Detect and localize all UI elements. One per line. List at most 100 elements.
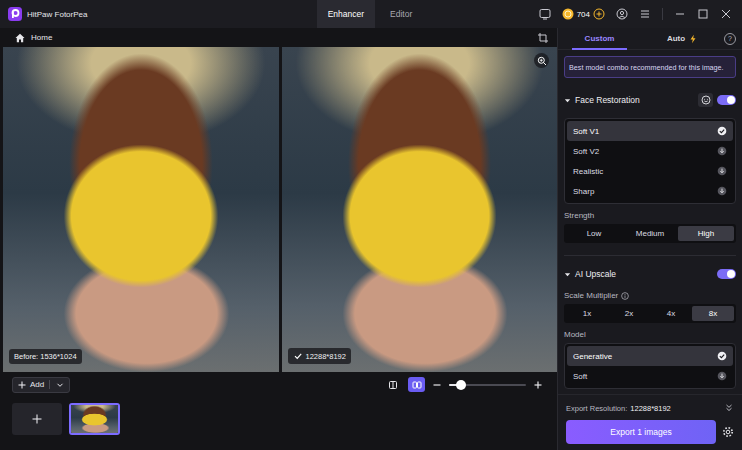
gear-icon[interactable] bbox=[722, 426, 734, 438]
chevron-down-icon[interactable] bbox=[55, 380, 65, 390]
section-header[interactable]: Face Restoration bbox=[564, 90, 736, 110]
export-button[interactable]: Export 1 images bbox=[566, 420, 716, 444]
plus-icon bbox=[31, 413, 43, 425]
face-select-button[interactable] bbox=[698, 93, 713, 107]
maximize-icon[interactable] bbox=[697, 8, 709, 20]
mode-tabs: EnhancerEditor bbox=[317, 0, 424, 28]
add-coins-icon[interactable] bbox=[593, 8, 605, 20]
segment-option[interactable]: 1x bbox=[566, 306, 608, 321]
brand: HitPaw FotorPea bbox=[8, 7, 317, 21]
model-option[interactable]: Soft V2 bbox=[567, 141, 733, 161]
model-name: Generative bbox=[573, 352, 612, 361]
face-icon bbox=[701, 95, 711, 105]
segment-option[interactable]: High bbox=[678, 226, 734, 241]
app-logo-icon bbox=[8, 7, 22, 21]
main-area: Home Before: 1536*1024 12288*8192 Add Cu… bbox=[0, 28, 742, 450]
panel-tab-label: Auto bbox=[667, 34, 685, 43]
download-icon[interactable] bbox=[717, 166, 727, 176]
section-toggle[interactable] bbox=[717, 95, 736, 105]
model-option[interactable]: Soft bbox=[567, 366, 733, 386]
preview-toolbar: Add bbox=[0, 372, 557, 397]
segment-option[interactable]: Low bbox=[566, 226, 622, 241]
model-option[interactable]: Sharp bbox=[567, 181, 733, 201]
settings-panel: Custom Auto ? Best model combo recommend… bbox=[557, 28, 742, 450]
thumbnail-photo bbox=[71, 405, 118, 433]
panel-tab[interactable]: Auto bbox=[641, 28, 724, 49]
panel-tab[interactable]: Custom bbox=[558, 28, 641, 49]
help-button[interactable]: ? bbox=[724, 33, 736, 45]
crop-icon[interactable] bbox=[537, 32, 549, 44]
app-window: HitPaw FotorPea EnhancerEditor 704 Home … bbox=[0, 0, 742, 450]
check-icon bbox=[293, 351, 303, 361]
thumbnail-strip bbox=[0, 397, 557, 450]
export-actions: Export 1 images bbox=[566, 420, 734, 444]
coin-balance[interactable]: 704 bbox=[562, 8, 605, 20]
separator bbox=[662, 8, 663, 20]
compare-mode-button[interactable] bbox=[408, 377, 425, 392]
model-name: Soft bbox=[573, 372, 587, 381]
mode-tab[interactable]: Editor bbox=[379, 0, 423, 28]
model-name: Soft V2 bbox=[573, 147, 599, 156]
after-photo bbox=[282, 47, 558, 372]
workspace-header: Home bbox=[0, 28, 557, 47]
screen-icon[interactable] bbox=[539, 8, 551, 20]
user-icon[interactable] bbox=[616, 8, 628, 20]
info-icon[interactable] bbox=[621, 292, 629, 300]
panel-tabs: Custom Auto ? bbox=[558, 28, 742, 50]
model-name: Sharp bbox=[573, 187, 594, 196]
zoom-button[interactable] bbox=[534, 53, 549, 68]
coin-icon bbox=[562, 8, 574, 20]
zoom-out-icon[interactable] bbox=[432, 380, 442, 390]
model-option[interactable]: Generative bbox=[567, 346, 733, 366]
divider bbox=[564, 255, 736, 256]
separator bbox=[49, 380, 50, 389]
model-option[interactable]: Soft V1 bbox=[567, 121, 733, 141]
plus-icon bbox=[17, 380, 27, 390]
mode-tab[interactable]: Enhancer bbox=[317, 0, 375, 28]
section-toggle[interactable] bbox=[717, 269, 736, 279]
menu-icon[interactable] bbox=[639, 8, 651, 20]
control-label: Strength bbox=[564, 210, 736, 221]
caret-icon bbox=[564, 271, 571, 278]
close-icon[interactable] bbox=[720, 8, 732, 20]
model-name: Realistic bbox=[573, 167, 603, 176]
control-label-text: Strength bbox=[564, 211, 594, 220]
add-image-tile[interactable] bbox=[12, 403, 62, 435]
add-button[interactable]: Add bbox=[12, 377, 70, 393]
section-title: Face Restoration bbox=[575, 95, 640, 105]
segment-option[interactable]: 2x bbox=[608, 306, 650, 321]
recommendation-banner: Best model combo recommended for this im… bbox=[564, 56, 736, 78]
zoom-slider[interactable] bbox=[449, 384, 526, 386]
thumbnail[interactable] bbox=[69, 403, 120, 435]
view-controls bbox=[384, 377, 543, 392]
toggle-knob bbox=[727, 270, 735, 278]
before-pane: Before: 1536*1024 bbox=[3, 47, 279, 372]
export-resolution: Export Resolution: 12288*8192 bbox=[566, 401, 734, 415]
zoom-in-icon[interactable] bbox=[533, 380, 543, 390]
minimize-icon[interactable] bbox=[674, 8, 686, 20]
compare-mode-button[interactable] bbox=[384, 377, 401, 392]
model-option[interactable]: Realistic bbox=[567, 161, 733, 181]
segment-option[interactable]: Medium bbox=[622, 226, 678, 241]
coin-count: 704 bbox=[577, 10, 590, 19]
after-label: 12288*8192 bbox=[288, 348, 351, 364]
section-header[interactable]: AI Upscale bbox=[564, 264, 736, 284]
panel-tab-label: Custom bbox=[585, 34, 615, 43]
double-chevron-down-icon[interactable] bbox=[724, 403, 734, 413]
download-icon[interactable] bbox=[717, 186, 727, 196]
home-link[interactable]: Home bbox=[14, 32, 52, 44]
caret-icon bbox=[564, 97, 571, 104]
download-icon[interactable] bbox=[717, 371, 727, 381]
settings-section: Face Restoration Soft V1 Soft V2 Realist… bbox=[564, 90, 736, 243]
control-label-text: Model bbox=[564, 330, 586, 339]
download-icon[interactable] bbox=[717, 146, 727, 156]
segment-option[interactable]: 8x bbox=[692, 306, 734, 321]
toggle-knob bbox=[727, 96, 735, 104]
model-list: Generative Soft bbox=[564, 343, 736, 389]
model-list: Soft V1 Soft V2 Realistic Sharp bbox=[564, 118, 736, 204]
home-icon bbox=[14, 32, 26, 44]
preview: Before: 1536*1024 12288*8192 bbox=[0, 47, 557, 372]
zoom-knob[interactable] bbox=[456, 380, 466, 390]
segment-option[interactable]: 4x bbox=[650, 306, 692, 321]
model-name: Soft V1 bbox=[573, 127, 599, 136]
